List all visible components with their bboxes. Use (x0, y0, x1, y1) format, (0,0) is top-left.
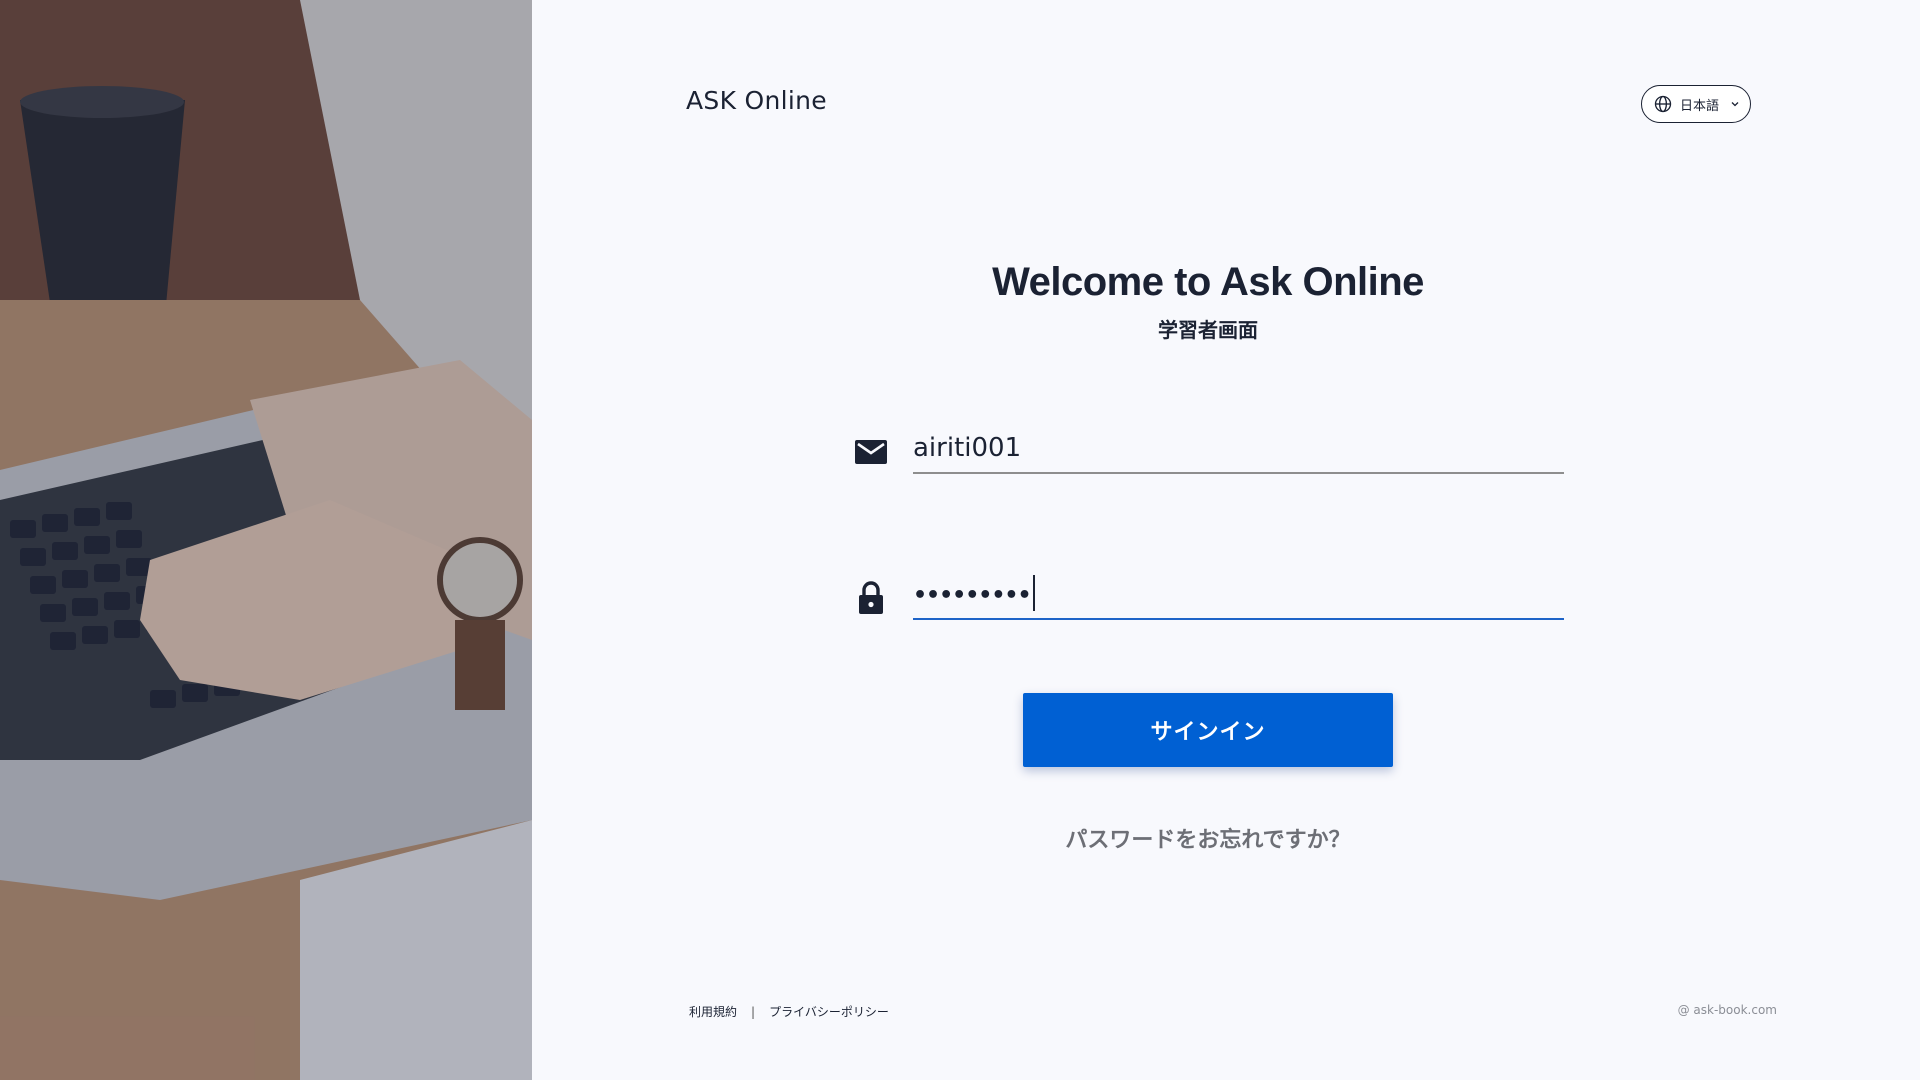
brand-logo-text: ASK Online (686, 86, 827, 115)
email-field-group (853, 412, 1564, 478)
copyright-text: @ ask-book.com (1677, 1003, 1777, 1017)
lock-icon (853, 580, 889, 616)
page-subtitle: 学習者画面 (1158, 318, 1258, 342)
mail-icon (853, 434, 889, 470)
footer-separator: | (751, 1004, 756, 1019)
terms-link[interactable]: 利用規約 (689, 1003, 737, 1020)
language-label: 日本語 (1680, 98, 1720, 114)
signin-button[interactable]: サインイン (1023, 693, 1393, 767)
forgot-password-link[interactable]: パスワードをお忘れですか？ (960, 822, 1456, 854)
heading-group: Welcome to Ask Online 学習者画面 (960, 0, 1456, 360)
globe-icon (1654, 95, 1672, 113)
password-input[interactable] (913, 558, 1564, 620)
language-selector[interactable]: 日本語 (1641, 85, 1751, 123)
password-field-group: ••••••••• (853, 558, 1564, 624)
hero-photo (0, 0, 532, 1080)
email-input[interactable] (913, 412, 1564, 474)
footer-links: 利用規約 | プライバシーポリシー (689, 1003, 889, 1020)
chevron-down-icon (1729, 98, 1741, 110)
login-page: ASK Online 日本語 Welcome to Ask Online 学習者… (0, 0, 1920, 1080)
hero-overlay (0, 0, 532, 1080)
page-title: Welcome to Ask Online (992, 260, 1424, 304)
privacy-policy-link[interactable]: プライバシーポリシー (769, 1003, 889, 1020)
